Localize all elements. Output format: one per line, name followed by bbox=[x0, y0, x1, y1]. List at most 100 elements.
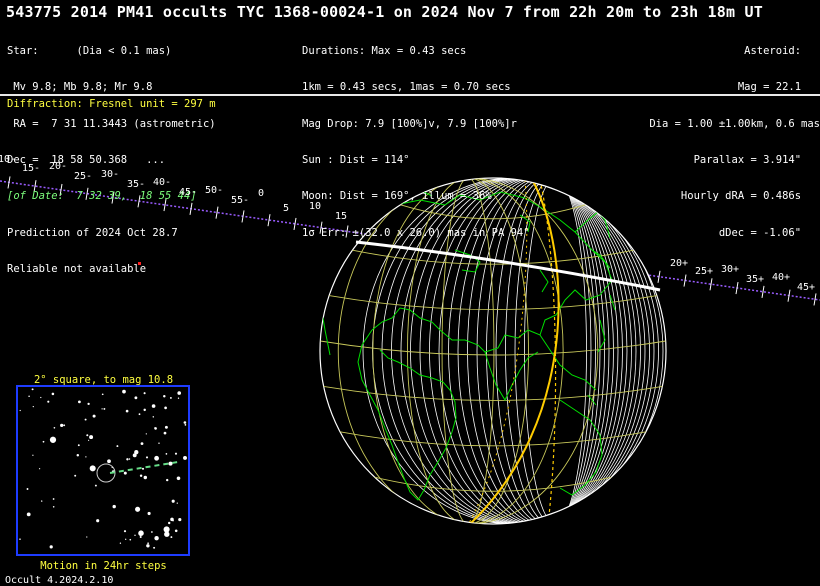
chart-star bbox=[88, 439, 90, 441]
chart-star bbox=[78, 400, 81, 404]
chart-star bbox=[47, 400, 50, 403]
chart-star bbox=[26, 488, 29, 490]
time-label: 30- bbox=[101, 169, 120, 180]
time-label: 40+ bbox=[772, 272, 791, 283]
chart-star bbox=[176, 476, 181, 481]
chart-star bbox=[143, 408, 146, 412]
time-label: 55- bbox=[231, 195, 250, 206]
chart-star bbox=[134, 534, 136, 536]
chart-star bbox=[76, 454, 80, 457]
star-field bbox=[19, 388, 187, 549]
chart-star bbox=[116, 445, 119, 448]
chart-star bbox=[170, 536, 173, 539]
chart-star bbox=[31, 388, 34, 391]
chart-star bbox=[26, 512, 31, 517]
asteroid-line: Hourly dRA = 0.486s bbox=[680, 190, 820, 203]
chart-star bbox=[74, 474, 77, 477]
event-line: Mag Drop: 7.9 [100%]v, 7.9 [100%]r bbox=[302, 117, 517, 130]
asteroid-line: Dia = 1.00 ±1.00km, 0.6 mas bbox=[649, 117, 820, 130]
chart-star bbox=[139, 474, 143, 478]
asteroid-line: Asteroid: bbox=[744, 45, 820, 58]
chart-star bbox=[164, 406, 167, 410]
time-label: 0 bbox=[258, 188, 265, 199]
chart-star bbox=[145, 456, 149, 459]
chart-star bbox=[89, 435, 94, 440]
time-label: 35- bbox=[127, 179, 146, 190]
star-chart bbox=[16, 385, 190, 556]
chart-star bbox=[84, 418, 87, 421]
chart-star bbox=[63, 424, 66, 427]
chart-star bbox=[174, 529, 178, 533]
chart-star bbox=[154, 455, 159, 461]
track-tick bbox=[761, 285, 765, 298]
star-line: Mv 9.8; Mb 9.8; Mr 9.8 bbox=[7, 81, 153, 94]
chart-star bbox=[146, 544, 150, 548]
time-label: 25- bbox=[74, 171, 93, 182]
chart-star bbox=[107, 459, 111, 464]
star-chart-footer: Motion in 24hr steps bbox=[40, 560, 167, 572]
chart-star bbox=[135, 507, 138, 510]
chart-star bbox=[147, 542, 149, 545]
chart-star bbox=[151, 531, 153, 533]
chart-star bbox=[53, 426, 56, 429]
star-line: Star: (Dia < 0.1 mas) bbox=[7, 45, 172, 58]
chart-star bbox=[89, 465, 96, 472]
chart-star bbox=[154, 427, 156, 429]
track-tick bbox=[215, 206, 219, 219]
event-line: 1km = 0.43 secs, 1mas = 0.70 secs bbox=[302, 81, 511, 94]
event-line: Durations: Max = 0.43 secs bbox=[302, 45, 467, 58]
chart-star bbox=[112, 504, 116, 509]
chart-star bbox=[143, 475, 148, 480]
chart-star bbox=[96, 519, 100, 523]
chart-star bbox=[183, 455, 187, 460]
chart-star bbox=[166, 478, 169, 482]
time-label: 15- bbox=[22, 163, 41, 174]
asteroid-info: Asteroid: Mag = 22.1 Dia = 1.00 ±1.00km,… bbox=[560, 21, 820, 251]
chart-star bbox=[138, 413, 141, 416]
chart-star bbox=[128, 458, 131, 460]
fresnel-note: Diffraction: Fresnel unit = 297 m bbox=[7, 98, 216, 110]
chart-star bbox=[19, 409, 21, 412]
chart-star bbox=[163, 431, 167, 435]
chart-star bbox=[170, 517, 174, 522]
asteroid-line: Parallax = 3.914" bbox=[693, 154, 820, 167]
time-label: 5 bbox=[283, 203, 290, 214]
chart-star bbox=[183, 421, 187, 424]
event-line: 1σ Err: ±(32.0 x 26.0) mas in PA 94° bbox=[302, 226, 530, 239]
chart-star bbox=[177, 391, 181, 395]
chart-star bbox=[138, 530, 144, 536]
chart-star bbox=[103, 407, 106, 410]
star-info: Star: (Dia < 0.1 mas) Mv 9.8; Mb 9.8; Mr… bbox=[7, 21, 216, 287]
chart-star bbox=[135, 506, 141, 512]
chart-star bbox=[171, 499, 175, 503]
chart-star bbox=[134, 396, 138, 400]
chart-star bbox=[140, 442, 144, 445]
chart-star bbox=[19, 538, 21, 540]
chart-star bbox=[85, 456, 87, 458]
chart-star bbox=[174, 452, 178, 455]
time-label: 15 bbox=[335, 211, 348, 222]
chart-star bbox=[151, 404, 156, 408]
time-label: 20- bbox=[49, 161, 68, 172]
time-label: 45+ bbox=[797, 282, 816, 293]
chart-star bbox=[152, 416, 155, 418]
chart-star bbox=[92, 414, 96, 418]
time-label: 45- bbox=[179, 187, 198, 198]
event-line: Sun : Dist = 114° bbox=[302, 154, 410, 167]
chart-star bbox=[101, 408, 103, 410]
chart-star bbox=[49, 436, 57, 443]
chart-star bbox=[158, 442, 160, 444]
asteroid-motion-line bbox=[109, 461, 179, 474]
chart-star bbox=[41, 500, 43, 502]
chart-star bbox=[176, 502, 178, 504]
chart-star bbox=[153, 546, 156, 549]
chart-star bbox=[168, 521, 171, 525]
chart-star bbox=[119, 542, 122, 544]
chart-star bbox=[184, 424, 187, 426]
header-divider bbox=[0, 94, 820, 96]
chart-star bbox=[42, 440, 45, 443]
star-line: RA = 7 31 11.3443 (astrometric) bbox=[7, 117, 216, 130]
chart-star bbox=[163, 526, 170, 533]
chart-star bbox=[86, 536, 88, 538]
chart-star bbox=[94, 484, 97, 487]
